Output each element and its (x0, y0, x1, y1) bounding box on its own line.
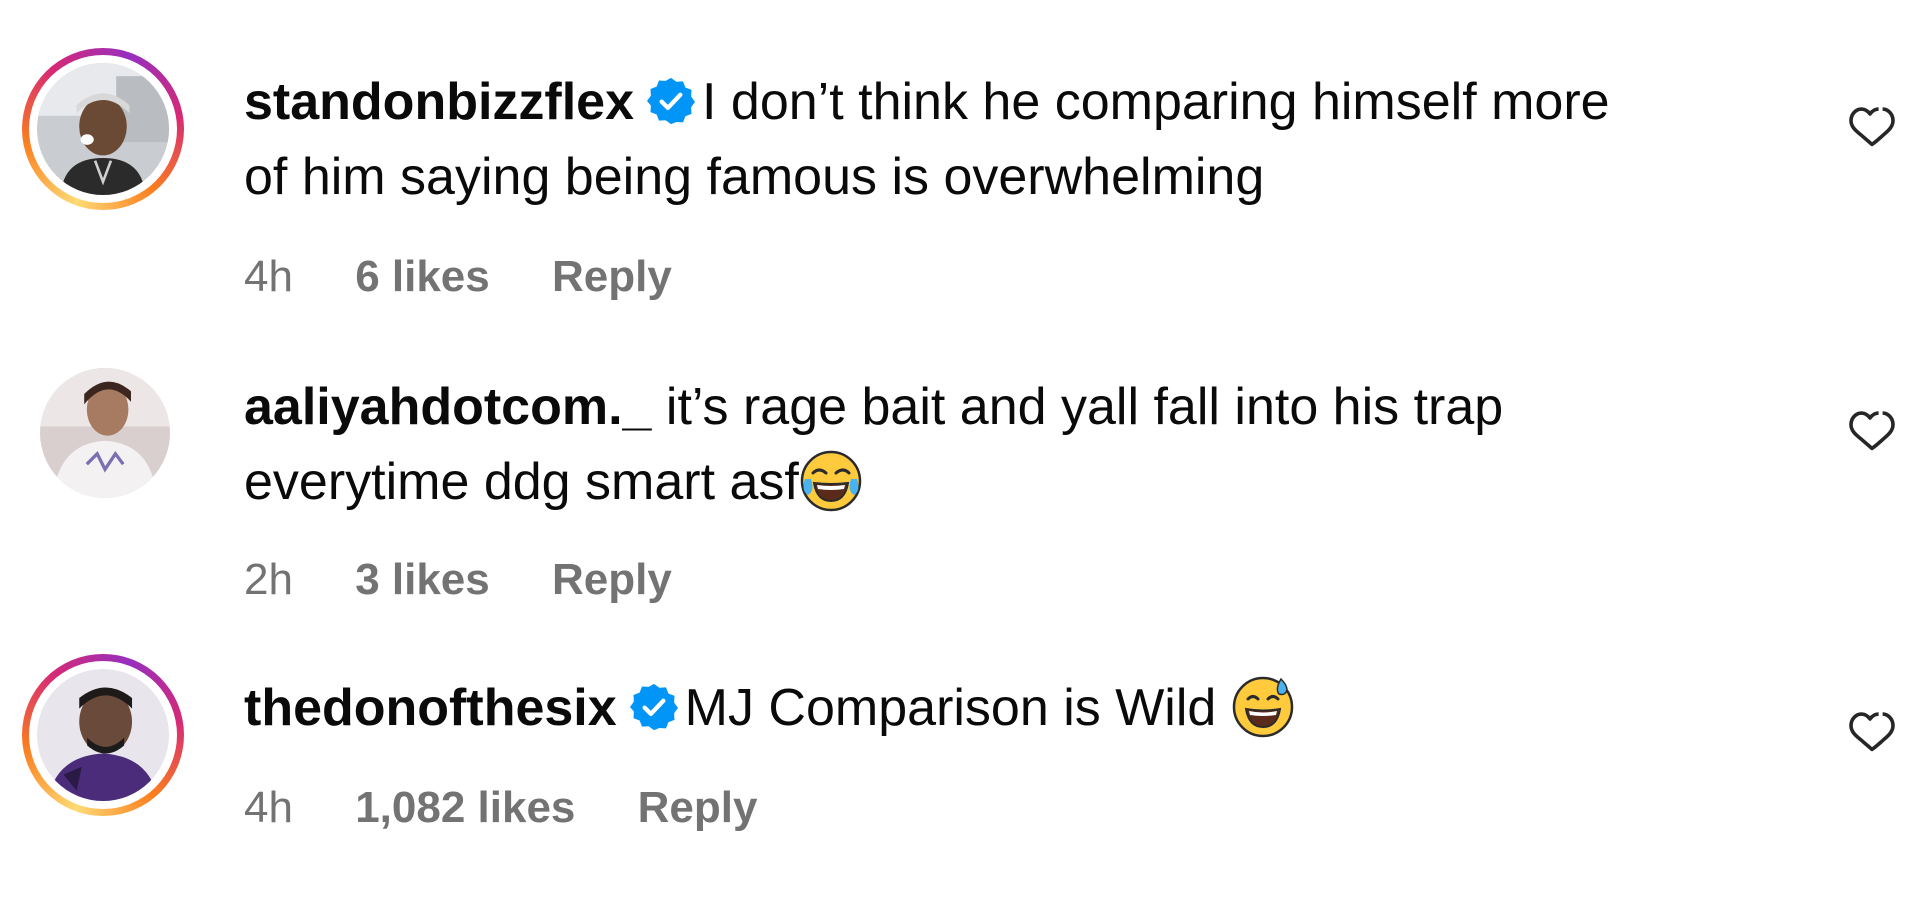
comment-text: I don’t think he comparing himself more (702, 73, 1610, 131)
comment-text: of him saying being famous is overwhelmi… (244, 148, 1265, 206)
username-link[interactable]: standonbizzflex (244, 73, 634, 131)
comment-text-line: standonbizzflex I don’t think he comparin… (244, 65, 1784, 140)
comment-text: MJ Comparison is Wild (684, 679, 1217, 737)
avatar-story-ring[interactable] (22, 48, 184, 210)
heart-outline-icon[interactable] (1848, 708, 1896, 756)
comment-meta: 4h 1,082 likes Reply (244, 783, 757, 833)
comment-timestamp: 2h (244, 555, 293, 604)
reply-button[interactable]: Reply (552, 555, 672, 605)
comment-likes-count[interactable]: 6 likes (355, 252, 490, 302)
heart-outline-icon[interactable] (1848, 407, 1896, 455)
comment-timestamp: 4h (244, 783, 293, 832)
comment-meta: 2h 3 likes Reply (244, 555, 672, 605)
face-with-tears-of-joy-icon (799, 449, 863, 513)
comment-timestamp: 4h (244, 252, 293, 301)
comment-likes-count[interactable]: 3 likes (355, 555, 490, 605)
verified-badge-icon (646, 76, 696, 126)
avatar-image (37, 63, 169, 195)
comment-text-line: of him saying being famous is overwhelmi… (244, 140, 1784, 215)
avatar-wrapper[interactable] (22, 348, 184, 510)
comment-likes-count[interactable]: 1,082 likes (355, 783, 575, 833)
avatar (37, 63, 169, 195)
comment-meta: 4h 6 likes Reply (244, 252, 672, 302)
comment-text-line: everytime ddg smart asf (244, 445, 1784, 520)
avatar (37, 669, 169, 801)
comment-text: everytime ddg smart asf (244, 453, 799, 511)
reply-button[interactable]: Reply (638, 783, 758, 833)
comment-text-line: aaliyahdotcom._ it’s rage bait and yall … (244, 370, 1784, 445)
username-link[interactable]: thedonofthesix (244, 679, 617, 737)
grinning-face-with-sweat-icon (1231, 675, 1295, 739)
username-link[interactable]: aaliyahdotcom._ (244, 378, 651, 436)
reply-button[interactable]: Reply (552, 252, 672, 302)
comment-body: thedonofthesix MJ Comparison is Wild (244, 671, 1784, 746)
comment-text-line: thedonofthesix MJ Comparison is Wild (244, 671, 1784, 746)
heart-outline-icon[interactable] (1848, 103, 1896, 151)
verified-badge-icon (629, 682, 679, 732)
avatar-image (40, 368, 170, 498)
comment-body: standonbizzflex I don’t think he comparin… (244, 65, 1784, 215)
avatar-story-ring[interactable] (22, 654, 184, 816)
comment-body: aaliyahdotcom._ it’s rage bait and yall … (244, 370, 1784, 520)
avatar-image (37, 669, 169, 801)
avatar (40, 368, 170, 498)
comment-text: it’s rage bait and yall fall into his tr… (665, 378, 1504, 436)
